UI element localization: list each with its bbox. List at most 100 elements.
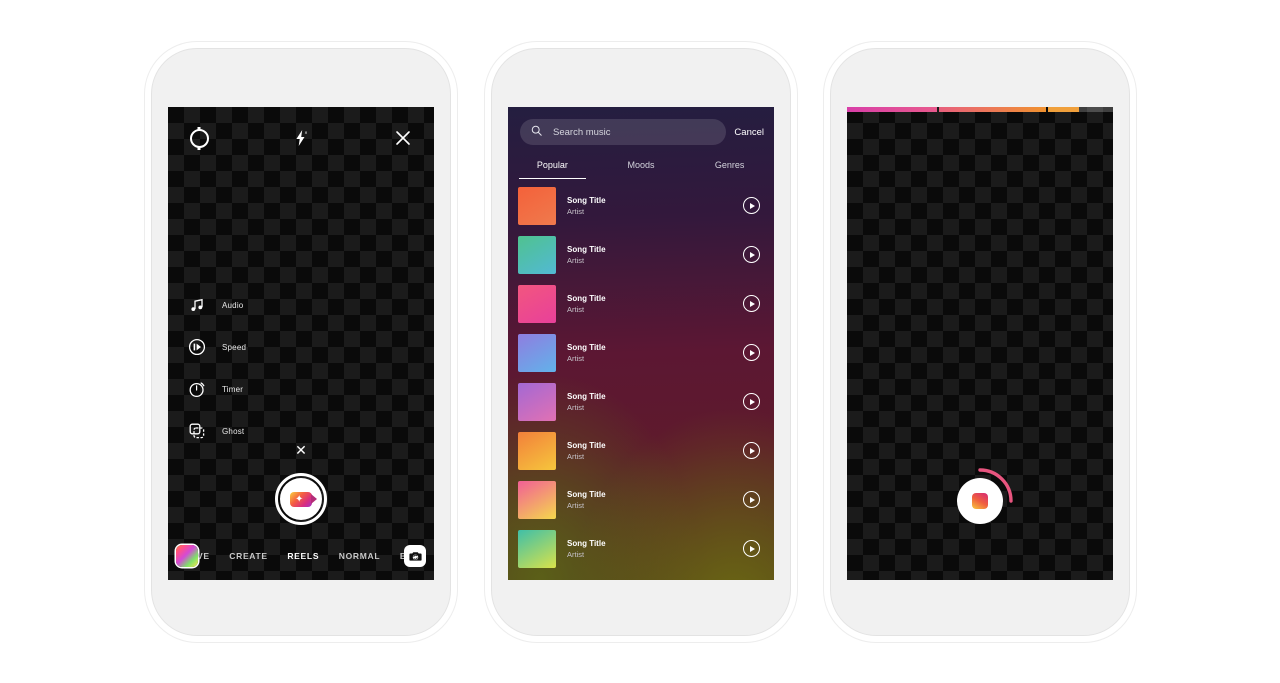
song-meta: Song Title Artist (567, 195, 732, 217)
camera-bottom-bar: LIVE CREATE REELS NORMAL BO (168, 542, 434, 570)
camera-mode-selector: LIVE CREATE REELS NORMAL BO (198, 551, 404, 561)
search-icon (531, 123, 542, 141)
mode-reels[interactable]: REELS (287, 551, 319, 561)
song-title: Song Title (567, 440, 606, 450)
camera-top-bar: × (168, 121, 434, 155)
tab-popular[interactable]: Popular (508, 153, 597, 179)
song-artist: Artist (567, 304, 585, 314)
song-title: Song Title (567, 195, 606, 205)
song-row[interactable]: Song Title Artist (508, 279, 774, 328)
album-cover (518, 235, 556, 274)
filter-swatch[interactable] (176, 545, 198, 567)
tool-label: Timer (222, 384, 244, 394)
mode-create[interactable]: CREATE (229, 551, 268, 561)
play-icon[interactable] (743, 540, 760, 557)
music-search-row: Cancel (520, 119, 764, 145)
clip-segment-fill (847, 107, 938, 112)
song-meta: Song Title Artist (567, 293, 732, 315)
song-list[interactable]: Song Title Artist Song Title Artist Song Tit… (508, 181, 774, 580)
song-title: Song Title (567, 489, 606, 499)
tool-ghost[interactable]: Ghost (186, 419, 246, 443)
mode-live[interactable]: LIVE (198, 551, 210, 561)
song-row[interactable]: Song Title Artist (508, 426, 774, 475)
stop-record-button[interactable] (953, 468, 1013, 528)
tool-label: Speed (222, 342, 247, 352)
phone-recording (830, 48, 1130, 636)
song-title: Song Title (567, 391, 606, 401)
song-artist: Artist (567, 500, 585, 510)
clip-segment-fill (939, 107, 1046, 112)
album-cover (518, 431, 556, 470)
tool-timer[interactable]: Timer (186, 377, 246, 401)
song-artist: Artist (567, 402, 585, 412)
play-icon[interactable] (743, 197, 760, 214)
play-icon[interactable] (743, 246, 760, 263)
song-row[interactable]: Song Title Artist (508, 328, 774, 377)
song-artist: Artist (567, 353, 585, 363)
collapse-tools-button[interactable]: ✕ (168, 443, 434, 457)
song-meta: Song Title Artist (567, 391, 732, 413)
song-title: Song Title (567, 538, 606, 548)
play-icon[interactable] (743, 393, 760, 410)
tab-genres[interactable]: Genres (685, 153, 774, 179)
song-row[interactable]: Song Title Artist (508, 377, 774, 426)
song-row[interactable]: Song Title Artist (508, 230, 774, 279)
recording-screen (847, 107, 1113, 580)
tool-label: Audio (222, 300, 244, 310)
settings-circle-icon[interactable] (186, 125, 212, 151)
music-tabs: Popular Moods Genres (508, 153, 774, 179)
song-meta: Song Title Artist (567, 538, 732, 560)
play-icon[interactable] (743, 344, 760, 361)
clip-segment (847, 107, 938, 112)
speed-icon (186, 336, 208, 358)
shutter-button[interactable]: ✦ (275, 473, 327, 525)
tab-moods[interactable]: Moods (597, 153, 686, 179)
camera-screen: × Audio Speed Timer Ghost ✕ ✦ VE CREATE … (168, 107, 434, 580)
song-meta: Song Title Artist (567, 342, 732, 364)
album-cover (518, 333, 556, 372)
album-cover (518, 480, 556, 519)
play-icon[interactable] (743, 491, 760, 508)
song-row[interactable]: Song Title Artist (508, 475, 774, 524)
song-row[interactable]: Song Title Artist (508, 524, 774, 573)
music-screen: Cancel Popular Moods Genres Song TitleAr… (508, 107, 774, 580)
search-input[interactable] (551, 125, 716, 139)
ghost-layers-icon (186, 420, 208, 442)
album-cover (518, 382, 556, 421)
song-artist: Artist (567, 255, 585, 265)
svg-text:×: × (305, 131, 308, 137)
song-artist: Artist (567, 549, 585, 559)
cancel-button[interactable]: Cancel (734, 127, 764, 138)
timer-icon (186, 378, 208, 400)
close-icon[interactable] (390, 125, 416, 151)
play-icon[interactable] (743, 442, 760, 459)
stop-record-inner (957, 478, 1003, 524)
search-pill[interactable] (520, 119, 727, 145)
mode-normal[interactable]: NORMAL (339, 551, 381, 561)
flip-camera-icon[interactable] (404, 545, 426, 567)
album-cover (518, 186, 556, 225)
tool-label: Ghost (222, 426, 245, 436)
phone-camera: × Audio Speed Timer Ghost ✕ ✦ VE CREATE … (151, 48, 451, 636)
tool-speed[interactable]: Speed (186, 335, 246, 359)
play-icon[interactable] (743, 295, 760, 312)
music-note-icon (186, 294, 208, 316)
song-title: Song Title (567, 244, 606, 254)
song-title: Song Title (567, 293, 606, 303)
tool-audio[interactable]: Audio (186, 293, 246, 317)
flash-off-icon[interactable]: × (288, 125, 314, 151)
reels-camera-icon: ✦ (290, 491, 317, 507)
phone-music-picker: Cancel Popular Moods Genres Song TitleAr… (491, 48, 791, 636)
clip-progress-bar (847, 107, 1113, 112)
album-cover (518, 284, 556, 323)
song-row[interactable]: Song Title Artist (508, 181, 774, 230)
song-artist: Artist (567, 206, 585, 216)
clip-segment-fill (1047, 107, 1079, 112)
song-meta: Song Title Artist (567, 244, 732, 266)
stop-record-icon (972, 493, 988, 509)
clip-segment (939, 107, 1046, 112)
shutter-inner: ✦ (280, 478, 322, 520)
album-cover (518, 529, 556, 568)
clip-segment (1047, 107, 1113, 112)
song-meta: Song Title Artist (567, 489, 732, 511)
